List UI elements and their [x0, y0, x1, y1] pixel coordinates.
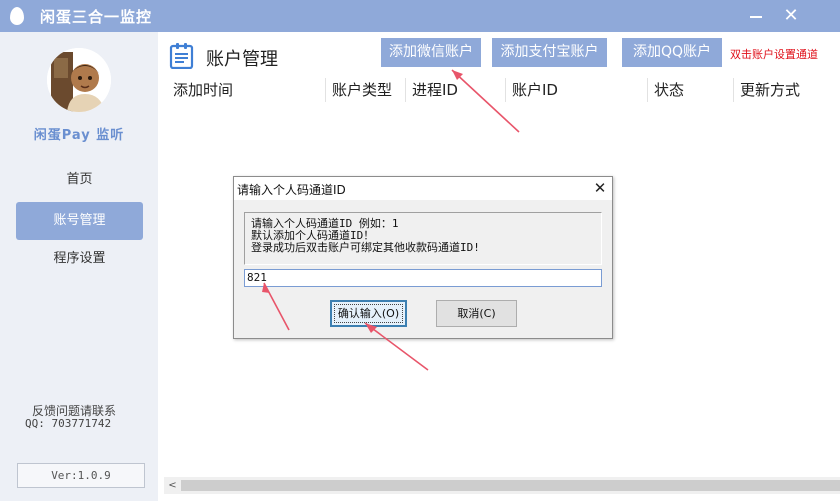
sidebar-item-settings[interactable]: 程序设置 [16, 240, 143, 278]
sidebar: 闲蛋Pay 监听 首页 账号管理 程序设置 反馈问题请联系 QQ: 703771… [0, 32, 158, 501]
dialog-message-line: 登录成功后双击账户可绑定其他收款码通道ID! [251, 241, 480, 254]
add-qq-account-button[interactable]: 添加QQ账户 [622, 38, 722, 67]
scroll-left-icon[interactable]: < [164, 477, 181, 494]
brand-label: 闲蛋Pay 监听 [33, 128, 125, 143]
channel-id-dialog: 请输入个人码通道ID ✕ [233, 176, 613, 339]
column-header-status[interactable]: 状态 [654, 79, 684, 101]
egg-icon [10, 7, 24, 25]
dialog-message-line: 默认添加个人码通道ID！ [251, 229, 375, 242]
cancel-button[interactable]: 取消(C) [436, 300, 517, 327]
page-title: 账户管理 [206, 49, 278, 70]
confirm-button[interactable]: 确认输入(O) [330, 300, 407, 327]
add-alipay-account-button[interactable]: 添加支付宝账户 [492, 38, 607, 67]
sidebar-item-accounts[interactable]: 账号管理 [16, 202, 143, 240]
close-icon[interactable]: ✕ [778, 4, 804, 28]
dialog-title: 请输入个人码通道ID [237, 183, 346, 197]
column-divider [405, 78, 406, 102]
double-click-hint: 双击账户设置通道 [730, 48, 818, 61]
column-divider [647, 78, 648, 102]
clipboard-list-icon [169, 42, 194, 70]
add-wechat-account-button[interactable]: 添加微信账户 [381, 38, 481, 67]
column-header-update-method[interactable]: 更新方式 [740, 79, 800, 101]
scrollbar-thumb[interactable] [181, 480, 840, 491]
dialog-close-icon[interactable]: ✕ [590, 178, 610, 198]
channel-id-input[interactable]: 821 [244, 269, 602, 287]
column-header-account-id[interactable]: 账户ID [512, 79, 558, 101]
title-bar: 闲蛋三合一监控 ✕ [0, 0, 840, 32]
confirm-button-label: 确认输入(O) [333, 304, 404, 323]
sidebar-item-home[interactable]: 首页 [16, 161, 143, 199]
column-header-account-type[interactable]: 账户类型 [332, 79, 392, 101]
column-header-process-id[interactable]: 进程ID [412, 79, 458, 101]
qq-contact: QQ: 703771742 [25, 417, 112, 430]
column-divider [733, 78, 734, 102]
horizontal-scrollbar[interactable]: < [164, 477, 840, 494]
dialog-message-line: 请输入个人码通道ID 例如：1 [251, 217, 399, 230]
minimize-icon[interactable] [744, 4, 768, 28]
dialog-title-bar: 请输入个人码通道ID ✕ [234, 177, 612, 200]
version-badge: Ver:1.0.9 [17, 463, 145, 488]
column-header-added-time[interactable]: 添加时间 [173, 79, 233, 101]
avatar [47, 48, 111, 112]
window-title: 闲蛋三合一监控 [40, 8, 153, 26]
arrow-to-wechat-button [451, 69, 520, 133]
column-divider [325, 78, 326, 102]
column-divider [505, 78, 506, 102]
